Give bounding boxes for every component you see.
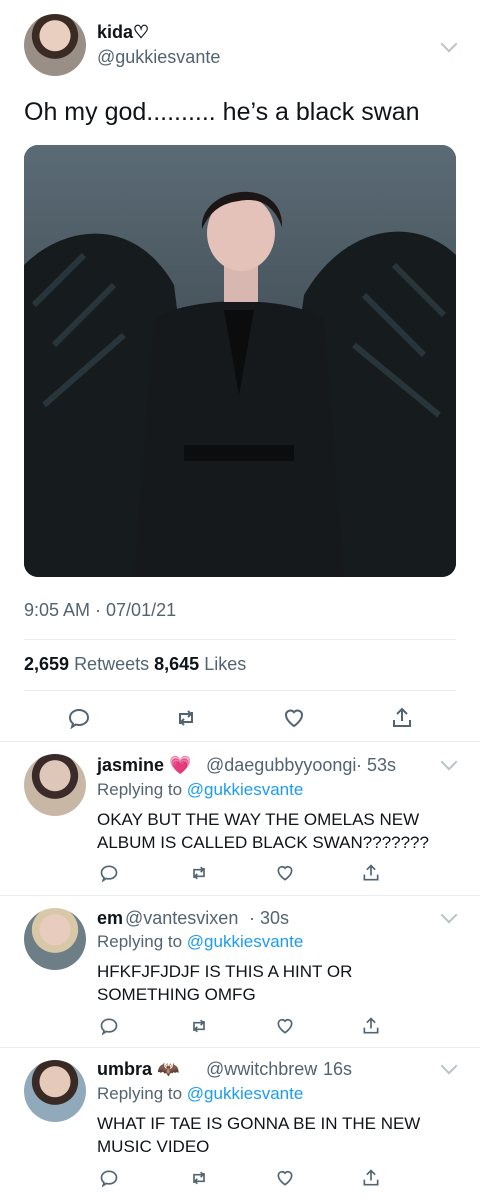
share-icon[interactable] bbox=[358, 1165, 384, 1191]
retweet-icon[interactable] bbox=[186, 1165, 212, 1191]
replying-to-mention[interactable]: @gukkiesvante bbox=[187, 932, 304, 951]
retweet-icon[interactable] bbox=[186, 860, 212, 886]
divider bbox=[24, 690, 456, 691]
reply-avatar[interactable] bbox=[24, 1060, 86, 1122]
reply-text: OKAY BUT THE WAY THE OMELAS NEW ALBUM IS… bbox=[97, 810, 429, 852]
likes-count[interactable]: 8,645 bbox=[154, 654, 199, 674]
reply-text: HFKFJFJDJF IS THIS A HINT OR SOMETHING O… bbox=[97, 962, 353, 1004]
divider bbox=[0, 741, 480, 742]
reply-icon[interactable] bbox=[64, 703, 94, 733]
reply-text: WHAT IF TAE IS GONNA BE IN THE NEW MUSIC… bbox=[97, 1114, 421, 1156]
retweets-label[interactable]: Retweets bbox=[74, 654, 149, 674]
reply-handle[interactable]: @wwitchbrew bbox=[206, 1059, 317, 1080]
tweet-timestamp[interactable]: 9:05 AM · 07/01/21 bbox=[24, 600, 176, 621]
replying-to-line: Replying to @gukkiesvante bbox=[97, 1084, 303, 1104]
black-swan-photo bbox=[24, 145, 456, 577]
replying-to-line: Replying to @gukkiesvante bbox=[97, 932, 303, 952]
tweet-stats: 2,659 Retweets 8,645 Likes bbox=[24, 654, 246, 675]
reply-display-name[interactable]: umbra 🦇 bbox=[97, 1059, 179, 1080]
retweet-icon[interactable] bbox=[171, 703, 201, 733]
reply-time: · 30s bbox=[249, 908, 290, 928]
tweet-detail-page: kida♡ @gukkiesvante Oh my god.......... … bbox=[0, 0, 480, 1200]
tweet-text: Oh my god.......... he’s a black swan bbox=[24, 98, 420, 126]
like-icon[interactable] bbox=[272, 860, 298, 886]
reply-icon[interactable] bbox=[96, 860, 122, 886]
reply-icon[interactable] bbox=[96, 1165, 122, 1191]
retweets-count[interactable]: 2,659 bbox=[24, 654, 69, 674]
like-icon[interactable] bbox=[279, 703, 309, 733]
reply-display-name[interactable]: jasmine 💗 bbox=[97, 755, 191, 776]
share-icon[interactable] bbox=[387, 703, 417, 733]
replying-to-mention[interactable]: @gukkiesvante bbox=[187, 780, 304, 799]
reply-avatar[interactable] bbox=[24, 754, 86, 816]
chevron-down-icon[interactable] bbox=[440, 1057, 458, 1075]
chevron-down-icon[interactable] bbox=[440, 753, 458, 771]
like-icon[interactable] bbox=[272, 1165, 298, 1191]
reply-time: · 16s bbox=[312, 1059, 353, 1079]
reply-display-name[interactable]: em bbox=[97, 908, 123, 929]
likes-label[interactable]: Likes bbox=[204, 654, 246, 674]
replying-to-line: Replying to @gukkiesvante bbox=[97, 780, 303, 800]
replying-to-label: Replying to bbox=[97, 932, 183, 951]
tweet-media-image[interactable] bbox=[24, 145, 456, 577]
divider bbox=[0, 895, 480, 896]
reply-avatar[interactable] bbox=[24, 908, 86, 970]
replying-to-mention[interactable]: @gukkiesvante bbox=[187, 1084, 304, 1103]
reply-handle[interactable]: @daegubbyyoongi bbox=[206, 755, 356, 776]
replying-to-label: Replying to bbox=[97, 780, 183, 799]
replying-to-label: Replying to bbox=[97, 1084, 183, 1103]
divider bbox=[0, 1047, 480, 1048]
share-icon[interactable] bbox=[358, 1013, 384, 1039]
reply-time: · 53s bbox=[356, 755, 397, 775]
reply-icon[interactable] bbox=[96, 1013, 122, 1039]
divider bbox=[24, 639, 456, 640]
author-handle[interactable]: @gukkiesvante bbox=[97, 47, 220, 68]
like-icon[interactable] bbox=[272, 1013, 298, 1039]
reply-handle[interactable]: @vantesvixen bbox=[125, 908, 238, 929]
author-avatar[interactable] bbox=[24, 14, 86, 76]
chevron-down-icon[interactable] bbox=[440, 906, 458, 924]
chevron-down-icon[interactable] bbox=[440, 35, 458, 53]
share-icon[interactable] bbox=[358, 860, 384, 886]
author-display-name[interactable]: kida♡ bbox=[97, 22, 149, 43]
retweet-icon[interactable] bbox=[186, 1013, 212, 1039]
